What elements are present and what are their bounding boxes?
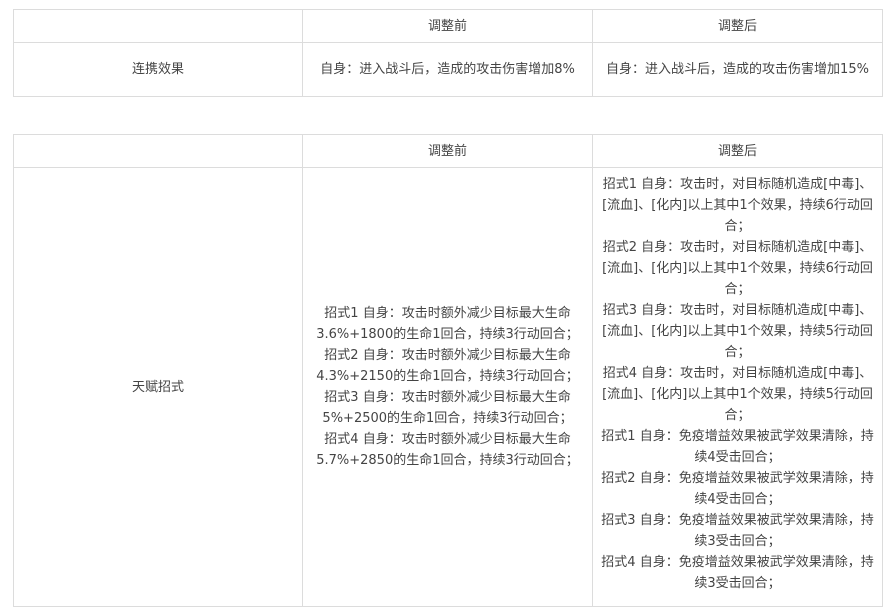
before-cell: 招式1 自身：攻击时额外减少目标最大生命3.6%+1800的生命1回合，持续3行… [302,167,593,607]
header-cell-after: 调整后 [592,9,883,43]
talent-move-table: 调整前 调整后 天赋招式 招式1 自身：攻击时额外减少目标最大生命3.6%+18… [13,134,883,607]
table-row: 连携效果 自身：进入战斗后，造成的攻击伤害增加8% 自身：进入战斗后，造成的攻击… [13,42,883,97]
after-entry: 招式4 自身：攻击时，对目标随机造成[中毒]、[流血]、[化内]以上其中1个效果… [602,366,873,423]
header-cell-before: 调整前 [302,9,593,43]
after-entry: 招式1 自身：攻击时，对目标随机造成[中毒]、[流血]、[化内]以上其中1个效果… [602,177,873,234]
after-entry: 招式3 自身：攻击时，对目标随机造成[中毒]、[流血]、[化内]以上其中1个效果… [602,303,873,360]
after-entry: 招式3 自身：免疫增益效果被武学效果清除，持续3受击回合； [601,513,874,549]
before-entry: 招式1 自身：攻击时额外减少目标最大生命3.6%+1800的生命1回合，持续3行… [316,306,579,342]
after-entry: 招式2 自身：攻击时，对目标随机造成[中毒]、[流血]、[化内]以上其中1个效果… [602,240,873,297]
header-cell-before: 调整前 [302,134,593,168]
linkage-effect-table: 调整前 调整后 连携效果 自身：进入战斗后，造成的攻击伤害增加8% 自身：进入战… [13,9,883,97]
after-cell: 招式1 自身：攻击时，对目标随机造成[中毒]、[流血]、[化内]以上其中1个效果… [592,167,883,607]
row-label: 天赋招式 [13,167,303,607]
table-row: 天赋招式 招式1 自身：攻击时额外减少目标最大生命3.6%+1800的生命1回合… [13,167,883,607]
before-entry: 招式4 自身：攻击时额外减少目标最大生命5.7%+2850的生命1回合，持续3行… [316,432,579,468]
header-cell-after: 调整后 [592,134,883,168]
after-entry: 招式1 自身：免疫增益效果被武学效果清除，持续4受击回合； [601,429,874,465]
after-entry: 招式2 自身：免疫增益效果被武学效果清除，持续4受击回合； [601,471,874,507]
after-cell: 自身：进入战斗后，造成的攻击伤害增加15% [592,42,883,97]
table-header-row: 调整前 调整后 [13,9,883,43]
before-entry: 招式3 自身：攻击时额外减少目标最大生命5%+2500的生命1回合，持续3行动回… [322,390,573,426]
row-label: 连携效果 [13,42,303,97]
table-header-row: 调整前 调整后 [13,134,883,168]
header-cell-empty [13,134,303,168]
before-entry: 招式2 自身：攻击时额外减少目标最大生命4.3%+2150的生命1回合，持续3行… [316,348,579,384]
header-cell-empty [13,9,303,43]
before-cell: 自身：进入战斗后，造成的攻击伤害增加8% [302,42,593,97]
after-entry: 招式4 自身：免疫增益效果被武学效果清除，持续3受击回合； [601,555,874,591]
